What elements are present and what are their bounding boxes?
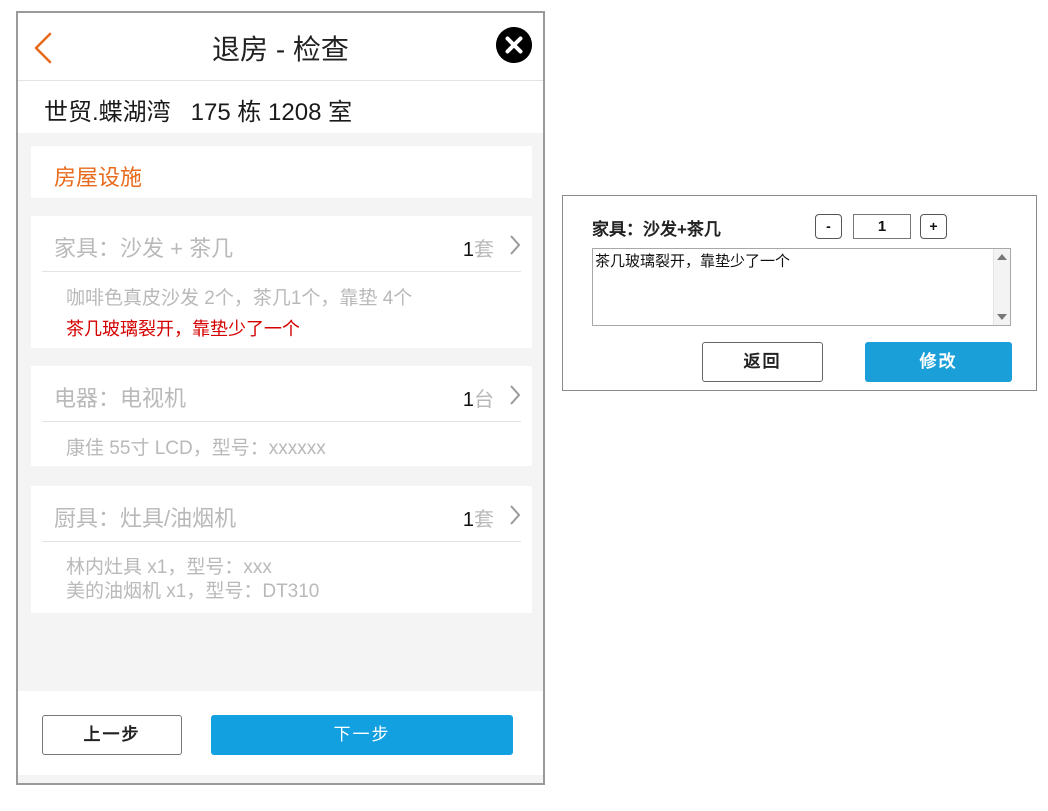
facility-description: 咖啡色真皮沙发 2个，茶几1个，靠垫 4个 <box>66 288 413 309</box>
facility-count: 1套 <box>463 233 494 262</box>
textarea-scrollbar[interactable] <box>993 249 1010 325</box>
facility-card-header[interactable]: 厨具：灶具/油烟机 1套 <box>31 486 532 541</box>
chevron-right-icon <box>510 505 521 525</box>
count-unit: 台 <box>474 389 494 411</box>
facility-count: 1台 <box>463 383 494 412</box>
divider <box>42 421 521 422</box>
previous-step-button[interactable]: 上一步 <box>42 715 182 755</box>
facility-name: 家具：沙发 + 茶几 <box>54 236 234 261</box>
decrement-button[interactable]: - <box>815 214 842 239</box>
scroll-down-arrow-icon[interactable] <box>997 314 1007 320</box>
page-title: 退房 - 检查 <box>212 34 349 65</box>
next-step-button[interactable]: 下一步 <box>211 715 513 755</box>
facility-name: 电器：电视机 <box>54 386 187 411</box>
back-button[interactable]: 返回 <box>702 342 823 382</box>
facility-name: 厨具：灶具/油烟机 <box>54 506 237 531</box>
count-value: 1 <box>462 509 474 531</box>
facility-card-header[interactable]: 家具：沙发 + 茶几 1套 <box>31 216 532 271</box>
checkout-inspection-screen: 退房 - 检查 世贸.蝶湖湾 175 栋 1208 室 房屋设施 家具：沙发 +… <box>16 11 545 785</box>
facility-description-line: 林内灶具 x1，型号：xxx <box>66 557 272 578</box>
room-address: 世贸.蝶湖湾 175 栋 1208 室 <box>44 99 353 126</box>
section-header: 房屋设施 <box>31 146 532 198</box>
edit-item-dialog: 家具：沙发+茶几 - 1 + 茶几玻璃裂开，靠垫少了一个 返回 修改 <box>562 195 1037 391</box>
facility-description: 康佳 55寸 LCD，型号：xxxxxx <box>66 438 326 459</box>
count-unit: 套 <box>474 239 494 261</box>
facility-card-kitchen: 厨具：灶具/油烟机 1套 林内灶具 x1，型号：xxx 美的油烟机 x1，型号：… <box>31 486 532 613</box>
count-unit: 套 <box>474 509 494 531</box>
facility-card-header[interactable]: 电器：电视机 1台 <box>31 366 532 421</box>
section-title: 房屋设施 <box>54 165 143 190</box>
top-bar: 退房 - 检查 <box>18 13 543 81</box>
address-bar: 世贸.蝶湖湾 175 栋 1208 室 <box>18 81 543 133</box>
quantity-field[interactable]: 1 <box>853 214 911 239</box>
footer-bar: 上一步 下一步 <box>18 691 543 775</box>
facility-card-furniture: 家具：沙发 + 茶几 1套 咖啡色真皮沙发 2个，茶几1个，靠垫 4个 茶几玻璃… <box>31 216 532 348</box>
facility-issue: 茶几玻璃裂开，靠垫少了一个 <box>66 319 300 339</box>
dialog-item-label: 家具：沙发+茶几 <box>592 220 721 239</box>
divider <box>42 271 521 272</box>
count-value: 1 <box>462 389 474 411</box>
save-button[interactable]: 修改 <box>865 342 1012 382</box>
facility-description-line: 美的油烟机 x1，型号：DT310 <box>66 581 320 602</box>
count-value: 1 <box>462 239 474 261</box>
close-circle-icon[interactable] <box>496 27 532 63</box>
scroll-up-arrow-icon[interactable] <box>997 254 1007 260</box>
increment-button[interactable]: + <box>920 214 947 239</box>
note-text: 茶几玻璃裂开，靠垫少了一个 <box>595 253 791 270</box>
chevron-right-icon <box>510 385 521 405</box>
divider <box>42 541 521 542</box>
facility-count: 1套 <box>463 503 494 532</box>
note-textarea[interactable]: 茶几玻璃裂开，靠垫少了一个 <box>592 248 1011 326</box>
facility-card-appliance: 电器：电视机 1台 康佳 55寸 LCD，型号：xxxxxx <box>31 366 532 466</box>
chevron-right-icon <box>510 235 521 255</box>
